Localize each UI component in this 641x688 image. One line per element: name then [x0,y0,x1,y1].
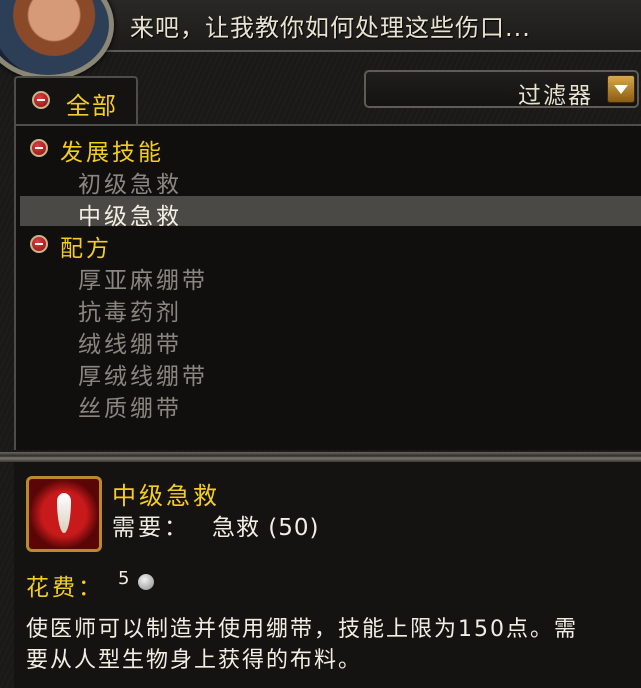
panel-divider [0,452,641,462]
list-item-recipe[interactable]: 绒线绷带 [20,324,641,358]
list-item-label: 厚绒线绷带 [78,364,208,390]
npc-header: 来吧，让我教你如何处理这些伤口... [0,0,641,80]
list-item-recipe[interactable]: 丝质绷带 [20,388,641,422]
tab-all-label: 全部 [66,92,118,120]
collapse-icon[interactable] [30,235,48,253]
skill-detail-panel: 中级急救 需要： 急救 (50) 花费： 5 使医师可以制造并使用绷带，技能上限… [14,462,641,688]
tab-all[interactable]: 全部 [14,76,138,124]
category-label: 发展技能 [60,140,164,166]
cost-label: 花费： [26,575,104,601]
first-aid-icon [26,476,102,552]
list-item-label: 抗毒药剂 [78,300,182,326]
trainer-window: 来吧，让我教你如何处理这些伤口... 全部 过滤器 发展技能 初级急救 中级急救… [0,0,641,688]
category-header-recipes[interactable]: 配方 [20,228,641,262]
requires-value: 急救 (50) [212,515,320,541]
requires-label: 需要： [112,515,190,541]
list-item-recipe[interactable]: 厚亚麻绷带 [20,260,641,294]
list-item-label: 绒线绷带 [78,332,182,358]
collapse-icon[interactable] [32,91,50,109]
list-item-label: 中级急救 [78,204,182,230]
npc-greeting: 来吧，让我教你如何处理这些伤口... [130,14,531,42]
list-item-recipe[interactable]: 厚绒线绷带 [20,356,641,390]
category-header-development[interactable]: 发展技能 [20,132,641,166]
filter-label: 过滤器 [518,83,593,109]
silver-coin-icon [138,574,154,590]
list-item-beginner-first-aid[interactable]: 初级急救 [20,164,641,198]
cost-value: 5 [118,568,130,589]
skill-description: 使医师可以制造并使用绷带，技能上限为150点。需要从人型生物身上获得的布料。 [26,617,578,673]
skill-name: 中级急救 [112,482,220,510]
list-item-label: 丝质绷带 [78,396,182,422]
skill-list: 发展技能 初级急救 中级急救 配方 厚亚麻绷带 抗毒药剂 绒线绷带 厚绒线绷带 … [14,124,641,450]
category-label: 配方 [60,236,112,262]
collapse-icon[interactable] [30,139,48,157]
dropdown-arrow-icon[interactable] [607,75,635,103]
list-item-recipe[interactable]: 抗毒药剂 [20,292,641,326]
filter-dropdown[interactable]: 过滤器 [364,70,639,109]
list-item-label: 初级急救 [78,172,182,198]
list-item-label: 厚亚麻绷带 [78,268,208,294]
blood-drop-icon [57,493,71,533]
list-item-intermediate-first-aid[interactable]: 中级急救 [20,196,641,230]
npc-portrait [0,0,114,80]
